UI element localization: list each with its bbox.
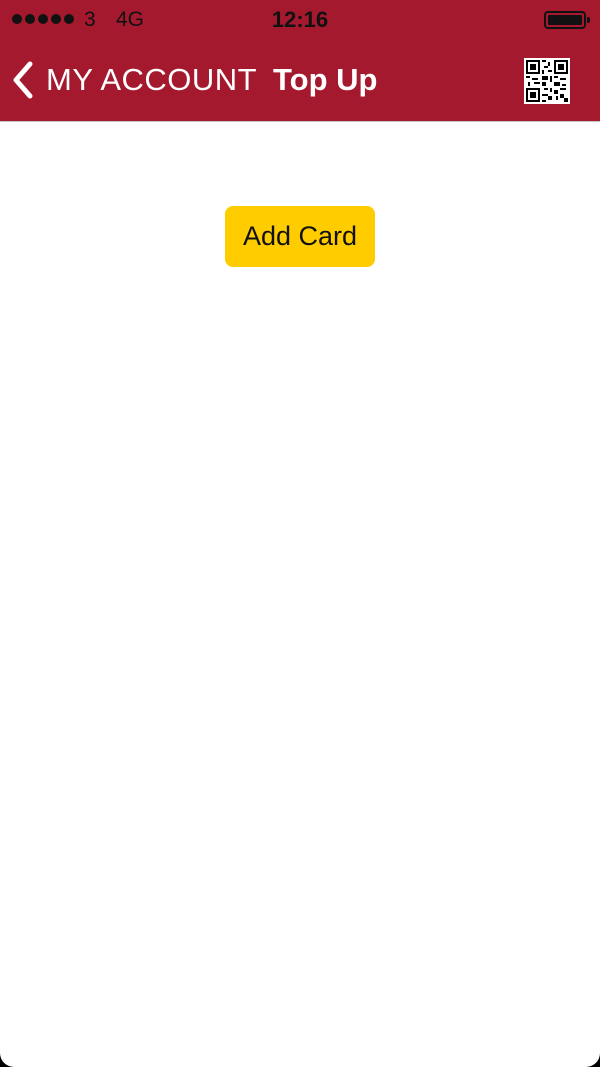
add-card-button[interactable]: Add Card [225, 206, 375, 267]
chevron-left-icon [12, 61, 34, 99]
screen: 3 4G 12:16 MY ACCOUNT Top Up Add Card [0, 0, 600, 1067]
status-time: 12:16 [271, 7, 329, 32]
status-bar: 3 4G 12:16 [0, 0, 600, 40]
qr-code-icon [524, 58, 570, 104]
back-button[interactable]: MY ACCOUNT [12, 58, 257, 102]
back-label: MY ACCOUNT [46, 62, 258, 97]
page-title: Top Up [273, 62, 378, 97]
battery-icon [544, 11, 590, 29]
nav-bar: MY ACCOUNT Top Up [0, 40, 600, 121]
qr-code-button[interactable] [524, 58, 570, 104]
header: 3 4G 12:16 MY ACCOUNT Top Up [0, 0, 600, 122]
